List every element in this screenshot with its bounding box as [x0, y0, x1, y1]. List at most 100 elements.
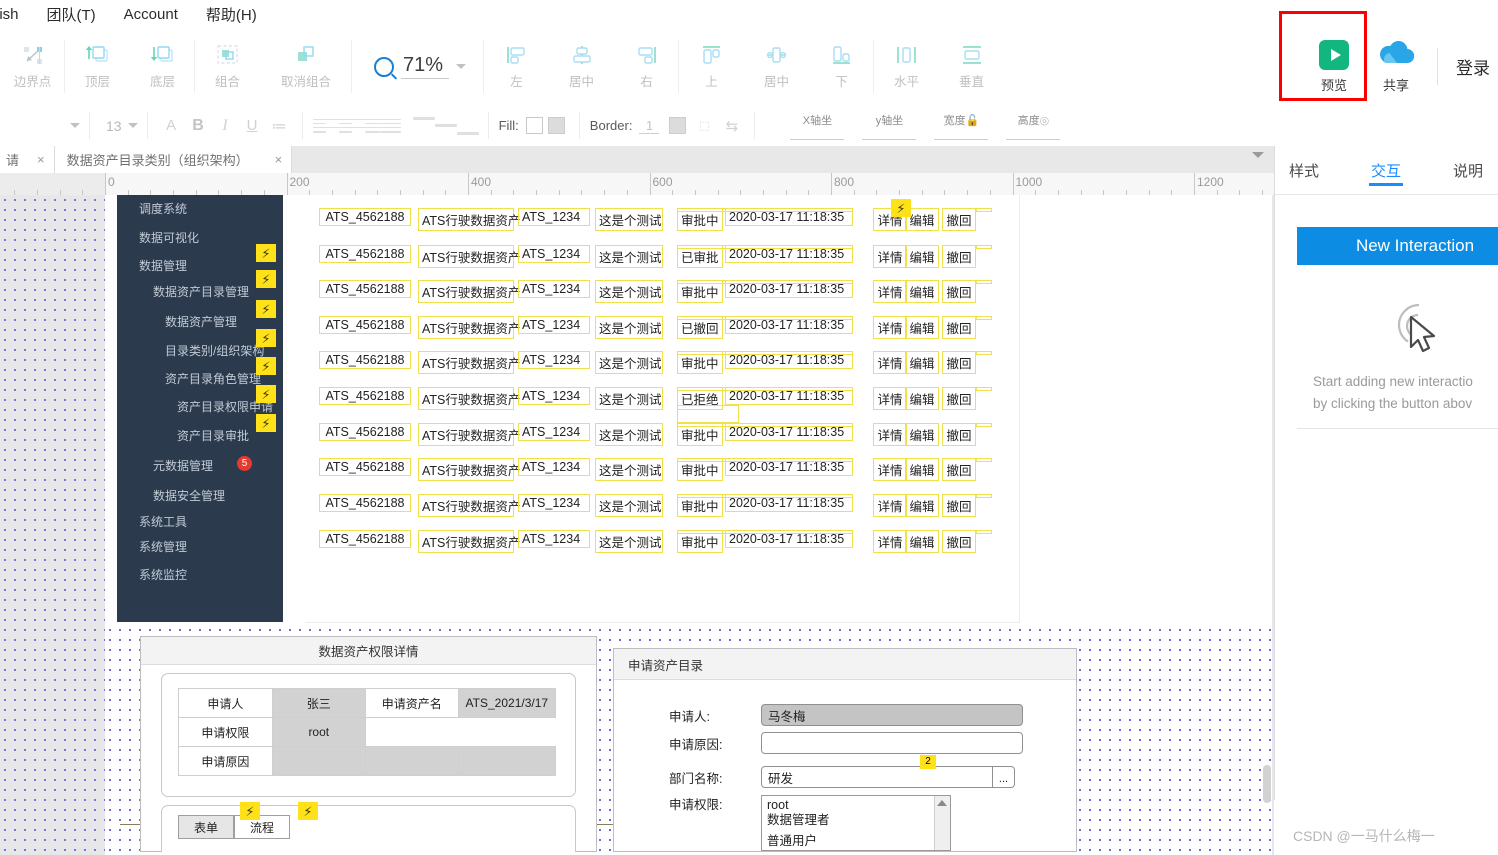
action-button-withdraw[interactable]: 撤回	[942, 387, 976, 410]
justify-text-button[interactable]	[378, 118, 401, 133]
permission-listbox[interactable]: root 数据管理者 普通用户	[761, 795, 951, 851]
sidebar-item-10[interactable]: 数据安全管理	[153, 487, 225, 504]
action-button-withdraw[interactable]: 撤回	[942, 316, 976, 339]
action-button-edit[interactable]: 编辑	[905, 423, 939, 446]
group-button[interactable]: 组合	[195, 28, 260, 105]
eye-icon[interactable]: ◎	[1040, 115, 1050, 127]
action-button-edit[interactable]: 编辑	[905, 245, 939, 268]
valign-middle-button[interactable]	[434, 117, 457, 135]
height-field[interactable]: 高度◎	[1006, 112, 1061, 140]
sidebar-item-3[interactable]: 数据资产目录管理	[153, 283, 249, 300]
valign-top-button[interactable]	[412, 116, 435, 135]
menu-english[interactable]: lish	[0, 6, 33, 23]
action-button-edit[interactable]: 编辑	[905, 494, 939, 517]
list-item[interactable]: 普通用户	[767, 834, 945, 849]
distribute-vertical-button[interactable]: 垂直	[939, 28, 1004, 105]
tab-style[interactable]: 样式	[1289, 146, 1319, 194]
italic-button[interactable]: I	[212, 113, 239, 139]
tab-interaction[interactable]: 交互	[1369, 146, 1404, 194]
fill-color-swatch[interactable]	[525, 117, 543, 134]
align-top-button[interactable]: 上	[679, 28, 744, 105]
x-coordinate-input[interactable]	[790, 128, 845, 140]
sidebar-item-8[interactable]: 资产目录审批	[177, 427, 249, 444]
chevron-up-icon[interactable]	[937, 800, 947, 806]
align-right-text-button[interactable]	[356, 118, 379, 133]
action-button-detail[interactable]: 详情	[873, 280, 907, 303]
reason-input[interactable]	[761, 732, 1023, 754]
align-left-button[interactable]: 左	[484, 28, 549, 105]
action-button-detail[interactable]: 详情	[873, 494, 907, 517]
height-input[interactable]	[1006, 128, 1061, 140]
sidebar-item-2[interactable]: 数据管理	[139, 257, 187, 274]
login-button[interactable]: 登录	[1448, 28, 1498, 105]
boundary-point-button[interactable]: 边界点	[0, 28, 65, 105]
list-item[interactable]: root	[767, 798, 945, 813]
align-bottom-button[interactable]: 下	[809, 28, 874, 105]
align-left-text-button[interactable]	[312, 118, 335, 133]
font-color-button[interactable]: A	[158, 113, 185, 139]
align-middle-button[interactable]: 居中	[744, 28, 809, 105]
action-button-detail[interactable]: 详情	[873, 423, 907, 446]
action-button-detail[interactable]: 详情	[873, 458, 907, 481]
action-button-withdraw[interactable]: 撤回	[942, 423, 976, 446]
menu-account[interactable]: Account	[110, 6, 192, 23]
y-coordinate-input[interactable]	[862, 128, 917, 140]
menu-team[interactable]: 团队(T)	[33, 4, 110, 25]
zoom-value[interactable]: 71%	[401, 54, 450, 79]
action-button-detail[interactable]: 详情	[873, 316, 907, 339]
fill-gradient-swatch[interactable]	[547, 117, 565, 134]
action-button-detail[interactable]: 详情	[873, 245, 907, 268]
sidebar-item-5[interactable]: 目录类别/组织架构	[165, 342, 264, 359]
close-icon[interactable]: ×	[275, 152, 283, 167]
action-button-edit[interactable]: 编辑	[905, 458, 939, 481]
align-center-button[interactable]: 居中	[549, 28, 614, 105]
width-field[interactable]: 宽度🔓	[934, 112, 989, 140]
width-input[interactable]	[934, 128, 989, 140]
border-width-input[interactable]: 1	[639, 118, 660, 134]
close-icon[interactable]: ×	[37, 152, 45, 167]
valign-bottom-button[interactable]	[456, 117, 479, 135]
action-button-edit[interactable]: 编辑	[905, 530, 939, 553]
action-button-edit[interactable]: 编辑	[905, 316, 939, 339]
list-item[interactable]: 数据管理者	[767, 813, 945, 828]
sidebar-item-0[interactable]: 调度系统	[139, 200, 187, 217]
department-picker-button[interactable]: ...	[993, 766, 1015, 788]
sidebar-item-1[interactable]: 数据可视化	[139, 229, 199, 246]
border-color-swatch[interactable]	[669, 117, 687, 134]
tab-notes[interactable]: 说明	[1453, 146, 1483, 194]
font-size-chevron-icon[interactable]	[127, 123, 138, 128]
sidebar-item-4[interactable]: 数据资产管理	[165, 313, 237, 330]
bold-button[interactable]: B	[185, 113, 212, 139]
font-size-value[interactable]: 13	[100, 118, 128, 134]
y-coordinate-field[interactable]: y轴坐	[862, 112, 917, 140]
chevron-down-icon[interactable]	[456, 64, 467, 69]
sidebar-item-12[interactable]: 系统管理	[139, 538, 187, 555]
action-button-detail[interactable]: 详情	[873, 530, 907, 553]
zoom-control[interactable]: 71%	[352, 28, 484, 105]
page-tab-1[interactable]: 数据资产目录类别（组织架构） ×	[54, 146, 293, 173]
action-button-withdraw[interactable]: 撤回	[942, 280, 976, 303]
applicant-input[interactable]: 马冬梅	[761, 704, 1023, 726]
sidebar-item-11[interactable]: 系统工具	[139, 513, 187, 530]
lock-icon[interactable]: 🔓	[966, 115, 980, 127]
new-interaction-button[interactable]: New Interaction	[1297, 227, 1498, 265]
action-button-withdraw[interactable]: 撤回	[942, 208, 976, 231]
canvas-vertical-scrollbar[interactable]	[1263, 765, 1271, 803]
send-to-back-button[interactable]: 底层	[130, 28, 195, 105]
design-canvas[interactable]: 调度系统 数据可视化 数据管理 ⚡ 数据资产目录管理 ⚡ 数据资产管理 ⚡ 目录类别/组织架构 ⚡…	[0, 195, 1274, 855]
bullet-list-button[interactable]: ≔	[266, 113, 293, 139]
distribute-horizontal-button[interactable]: 水平	[874, 28, 939, 105]
bring-to-front-button[interactable]: 顶层	[65, 28, 130, 105]
align-center-text-button[interactable]	[334, 118, 357, 133]
action-button-withdraw[interactable]: 撤回	[942, 458, 976, 481]
sidebar-item-9[interactable]: 元数据管理	[153, 457, 213, 474]
action-button-withdraw[interactable]: 撤回	[942, 245, 976, 268]
chevron-down-icon[interactable]	[1252, 152, 1264, 158]
action-button-withdraw[interactable]: 撤回	[942, 351, 976, 374]
page-tab-0[interactable]: 请 ×	[0, 146, 55, 173]
department-input[interactable]: 研发	[761, 766, 993, 788]
underline-button[interactable]: U	[239, 113, 266, 139]
action-button-withdraw[interactable]: 撤回	[942, 494, 976, 517]
action-button-detail[interactable]: 详情	[873, 387, 907, 410]
menu-help[interactable]: 帮助(H)	[192, 4, 271, 25]
